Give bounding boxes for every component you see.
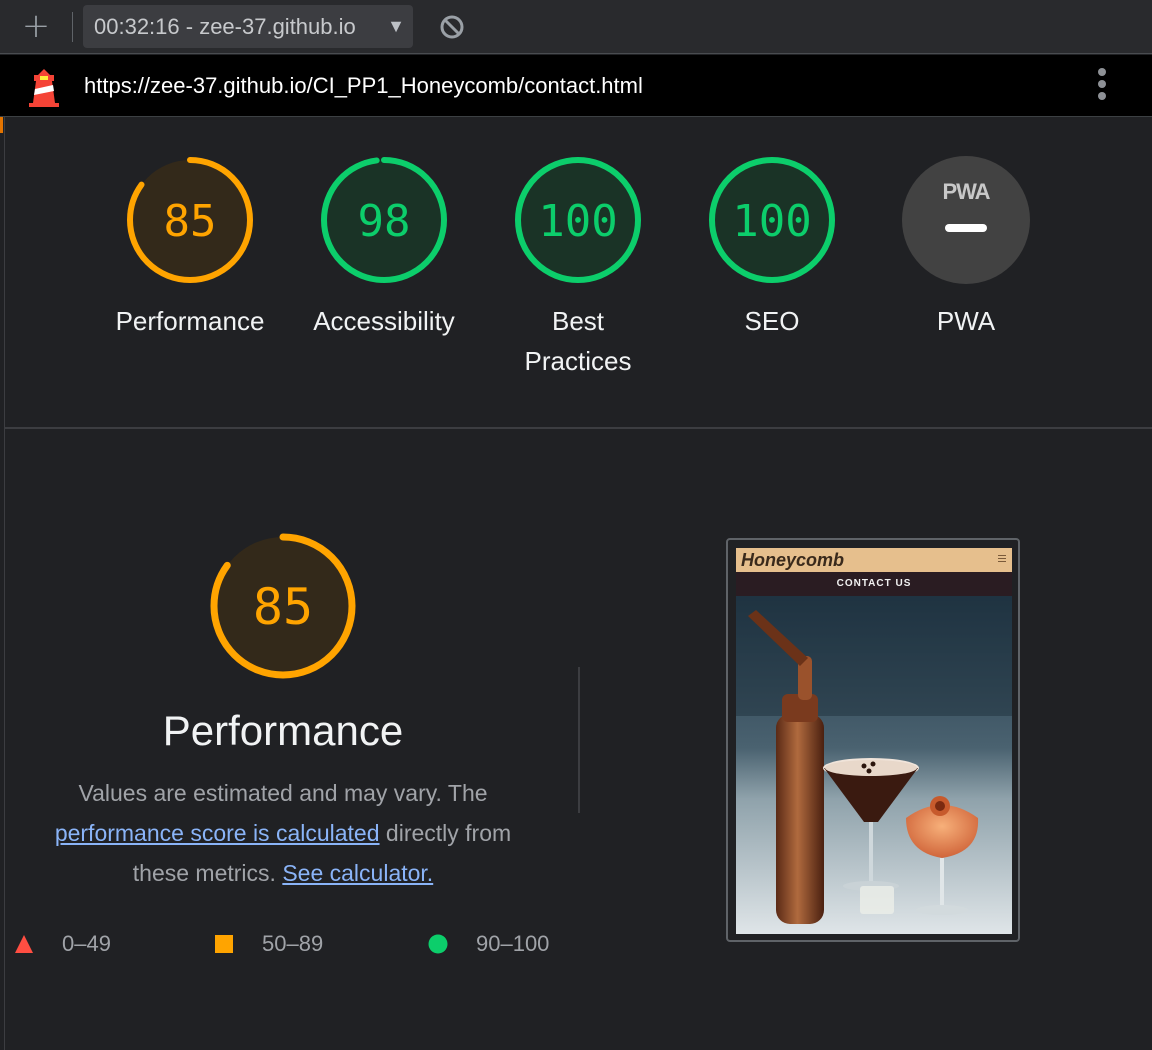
gauge-seo-label: SEO — [744, 306, 800, 336]
pwa-dash-icon — [945, 224, 987, 232]
performance-big-gauge: 85 — [210, 533, 356, 679]
gauge-pwa-badge: PWA — [902, 156, 1030, 284]
gauge-performance[interactable]: 85 Performance — [95, 155, 285, 341]
pwa-badge-text: PWA — [942, 179, 990, 204]
see-calculator-link[interactable]: See calculator. — [282, 860, 433, 886]
gauge-best-practices-score: 100 — [538, 196, 617, 247]
toolbar-separator — [72, 12, 73, 42]
performance-section: 85 Performance Values are estimated and … — [0, 429, 1152, 1050]
performance-description: Values are estimated and may vary. The p… — [40, 773, 526, 893]
gauge-best-practices-label: Best Practices — [524, 306, 632, 376]
legend-fail-range: 0–49 — [62, 931, 111, 956]
final-screenshot[interactable]: Honeycomb CONTACT US — [726, 538, 1020, 942]
legend-average-range: 50–89 — [262, 931, 324, 956]
score-calculated-link[interactable]: performance score is calculated — [55, 820, 380, 846]
report-selector[interactable]: 00:32:16 - zee-37.github.io ▼ — [83, 5, 413, 48]
triangle-icon — [15, 935, 33, 953]
legend-pass-range: 90–100 — [476, 931, 550, 956]
vertical-divider — [578, 667, 580, 813]
score-gauges: 85 Performance 98 Accessibility 100 Best… — [0, 117, 1152, 427]
gauge-seo-ring: 100 — [709, 157, 835, 283]
screenshot-page: Honeycomb CONTACT US — [736, 548, 1012, 934]
gauge-accessibility-score: 98 — [358, 196, 411, 247]
gauge-seo[interactable]: 100 SEO — [677, 155, 867, 341]
gauge-accessibility[interactable]: 98 Accessibility — [289, 155, 479, 341]
square-icon — [215, 935, 233, 953]
screenshot-band: CONTACT US — [736, 572, 1012, 596]
gauge-performance-score: 85 — [164, 196, 217, 247]
cocktail-photo — [736, 596, 1012, 934]
more-options-icon[interactable] — [1090, 68, 1114, 104]
block-icon[interactable] — [438, 13, 466, 41]
report-url: https://zee-37.github.io/CI_PP1_Honeycom… — [84, 73, 643, 98]
performance-big-score: 85 — [253, 578, 313, 636]
url-bar: https://zee-37.github.io/CI_PP1_Honeycom… — [0, 55, 1152, 117]
gauge-performance-ring: 85 — [127, 157, 253, 283]
gauge-best-practices-ring: 100 — [515, 157, 641, 283]
gauge-seo-score: 100 — [732, 196, 811, 247]
gauge-pwa-label: PWA — [936, 306, 996, 336]
gauge-performance-label: Performance — [115, 306, 265, 336]
screenshot-header: Honeycomb — [736, 548, 1012, 572]
desc-start: Values are estimated and may vary. The — [78, 780, 488, 806]
gauge-best-practices[interactable]: 100 Best Practices — [483, 155, 673, 381]
gauge-accessibility-label: Accessibility — [313, 306, 455, 336]
gauge-accessibility-ring: 98 — [321, 157, 447, 283]
devtools-toolbar: + 00:32:16 - zee-37.github.io ▼ — [0, 0, 1152, 54]
performance-title: Performance — [162, 707, 404, 754]
screenshot-logo: Honeycomb — [741, 550, 845, 570]
gauge-pwa[interactable]: PWA PWA — [871, 155, 1061, 341]
lighthouse-icon — [29, 69, 59, 107]
report-selector-label: 00:32:16 - zee-37.github.io — [94, 14, 356, 39]
circle-icon — [428, 934, 448, 954]
menu-icon — [998, 555, 1006, 563]
chevron-down-icon: ▼ — [387, 16, 405, 36]
plus-icon[interactable]: + — [20, 6, 52, 46]
